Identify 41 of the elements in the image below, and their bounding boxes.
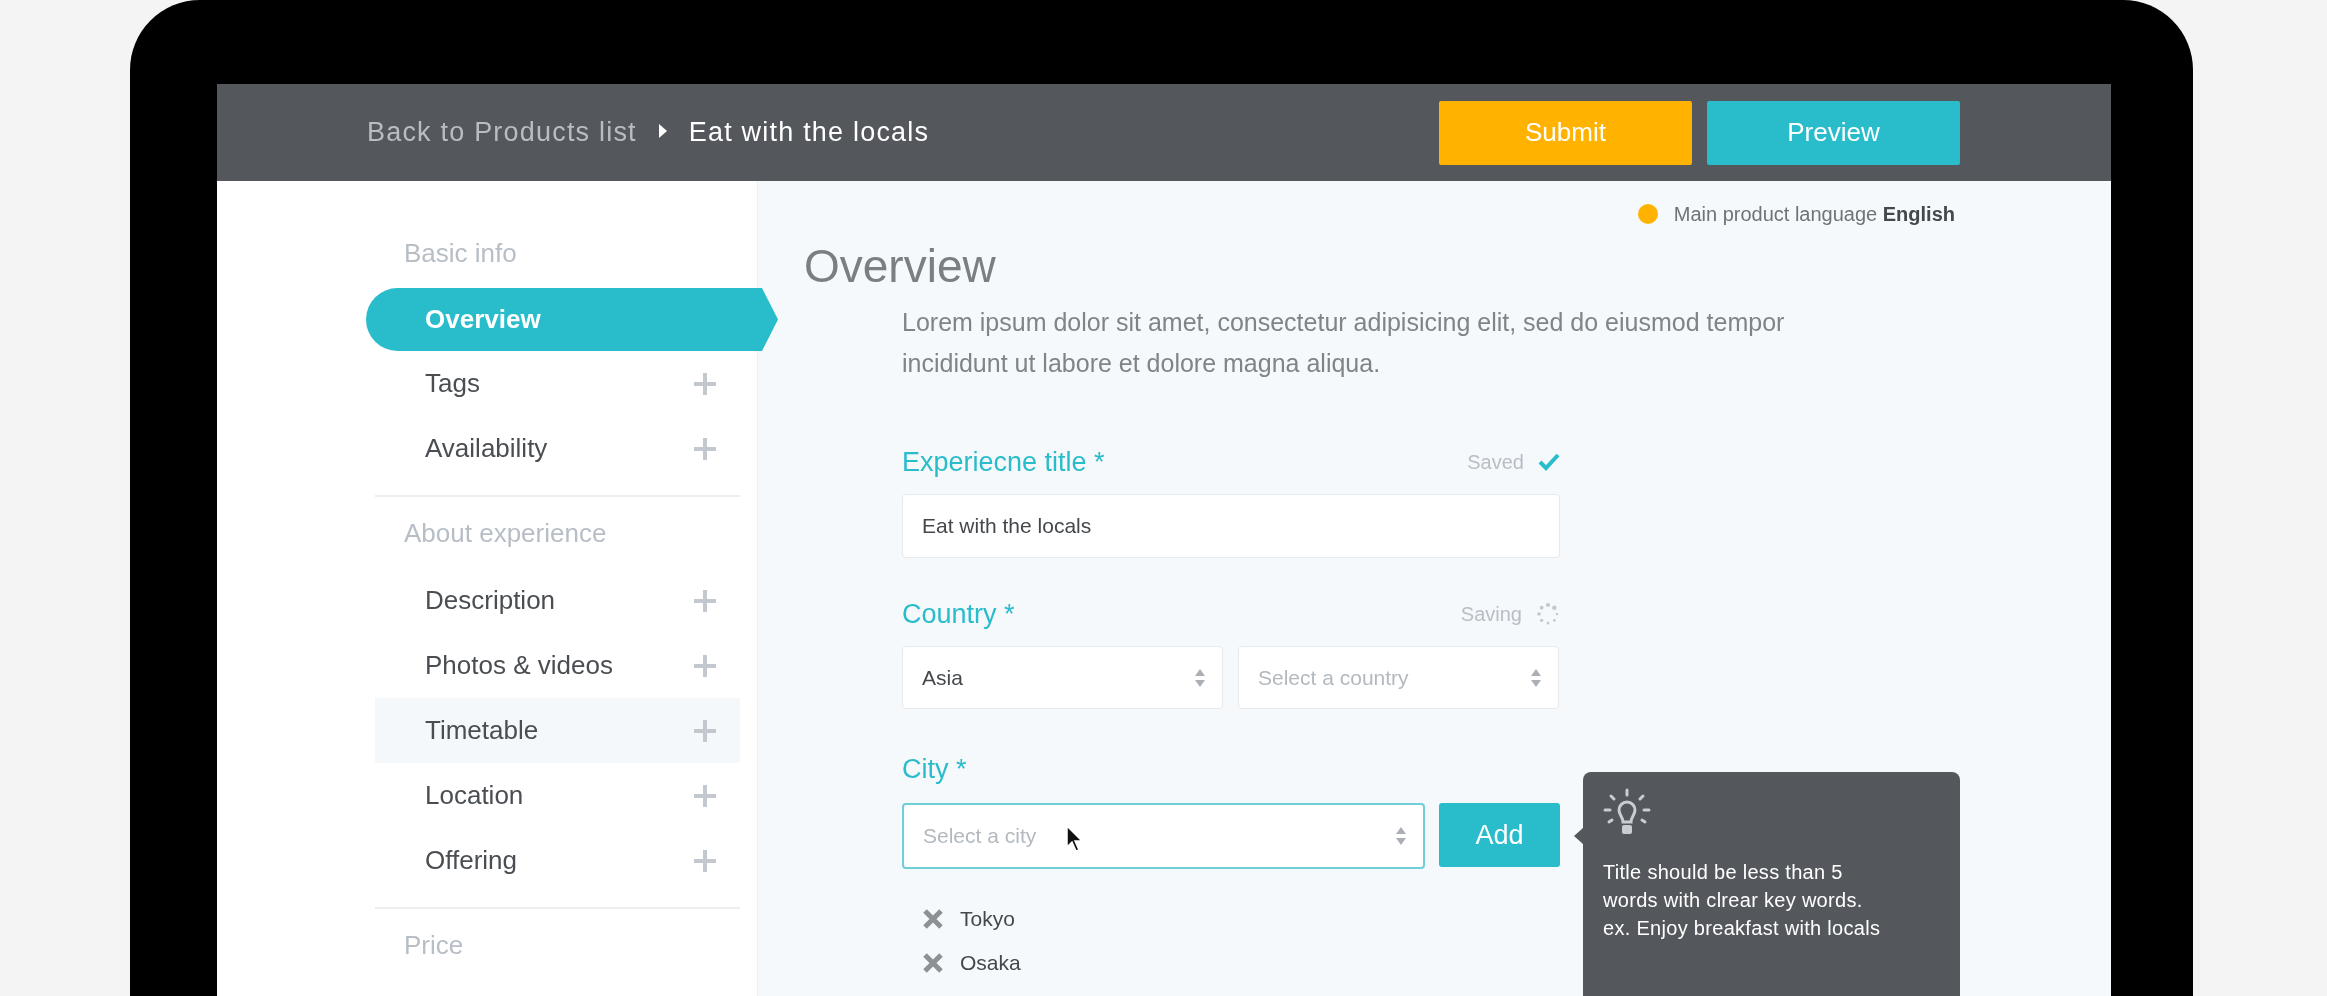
nav-item[interactable]: Offering [366,828,740,893]
language-label: Main product language English [1673,202,1955,226]
section-title: About experience [403,517,608,550]
nav-item[interactable]: Description [366,568,740,633]
remove-icon[interactable] [923,909,943,929]
check-icon [1538,453,1560,471]
tooltip-text: Title should be less than 5 words with clrear key words. ex. Enjoy breakfast with locals [1603,860,1882,941]
plus-icon[interactable] [694,654,716,677]
plus-icon[interactable] [694,372,716,395]
breadcrumb-link[interactable]: Back to Products list [367,117,637,148]
select-field[interactable]: Asia [902,646,1223,709]
remove-icon[interactable] [923,953,943,973]
spinner-icon [1536,602,1560,626]
chevron-icon [1530,667,1542,688]
plus-icon[interactable] [694,719,716,742]
field-label: City * [902,753,968,785]
caret-icon [658,123,667,138]
chevron-icon [1395,826,1407,846]
city-tag: Osaka [960,951,1021,975]
input-field[interactable]: Eat with the locals [902,494,1560,558]
section-title: Basic info [403,237,518,270]
page-title: Overview [804,242,997,290]
nav-item[interactable]: Availability [366,416,740,481]
description: Lorem ipsum dolor sit amet, consectetur adipisicing elit, sed do eiusmod tempor incididunt ut labore et dolore magna aliqua. [902,307,1786,379]
status-text: Saving [1460,602,1522,626]
plus-icon[interactable] [694,437,716,460]
field-label: Country * [902,598,1016,630]
status-dot [1637,204,1658,224]
plus-icon[interactable] [694,589,716,612]
nav-item[interactable]: Photos & videos [366,633,740,698]
city-tag: Tokyo [960,907,1015,931]
breadcrumb-current: Eat with the locals [688,117,930,148]
plus-icon[interactable] [694,784,716,807]
field-label: Experiecne title * [902,446,1106,478]
nav-item[interactable]: Timetable [375,698,740,763]
nav-item[interactable]: Tags [366,351,740,416]
section-title: Price [403,929,465,962]
plus-icon[interactable] [694,849,716,872]
status-text: Saved [1467,450,1524,474]
chevron-icon [1194,667,1206,688]
nav-item[interactable]: Location [366,763,740,828]
